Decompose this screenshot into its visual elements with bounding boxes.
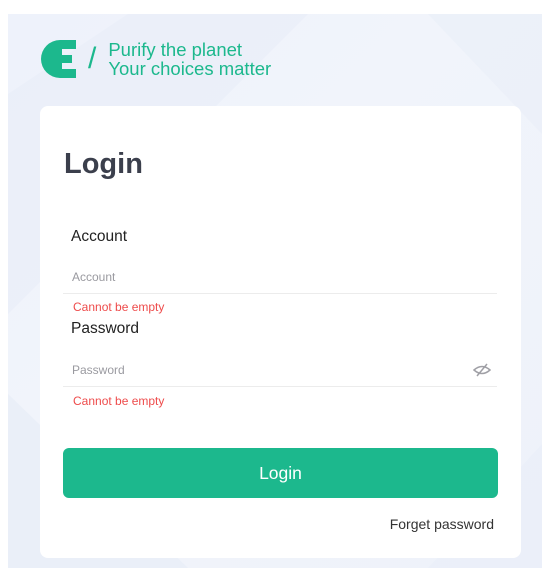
account-error: Cannot be empty <box>73 300 165 314</box>
password-field-wrapper <box>63 353 497 387</box>
password-label: Password <box>71 320 140 337</box>
brand-tagline: Purify the planet Your choices matter <box>108 40 271 78</box>
account-field-wrapper <box>63 260 497 294</box>
e-logo-icon <box>41 40 76 78</box>
account-input[interactable] <box>63 269 497 284</box>
password-error: Cannot be empty <box>73 394 165 408</box>
page-title: Login <box>64 148 143 180</box>
eye-off-icon[interactable] <box>473 362 491 378</box>
tagline-line-1: Purify the planet <box>108 39 243 60</box>
login-card: Login Account Cannot be empty Password C… <box>40 106 521 558</box>
brand-header: / Purify the planet Your choices matter <box>40 34 271 84</box>
tagline-line-2: Your choices matter <box>108 58 272 79</box>
password-input[interactable] <box>63 362 497 377</box>
login-button[interactable]: Login <box>63 448 498 498</box>
account-label: Account <box>71 228 128 245</box>
forget-password-link[interactable]: Forget password <box>390 516 494 532</box>
brand-slash: / <box>88 42 97 75</box>
